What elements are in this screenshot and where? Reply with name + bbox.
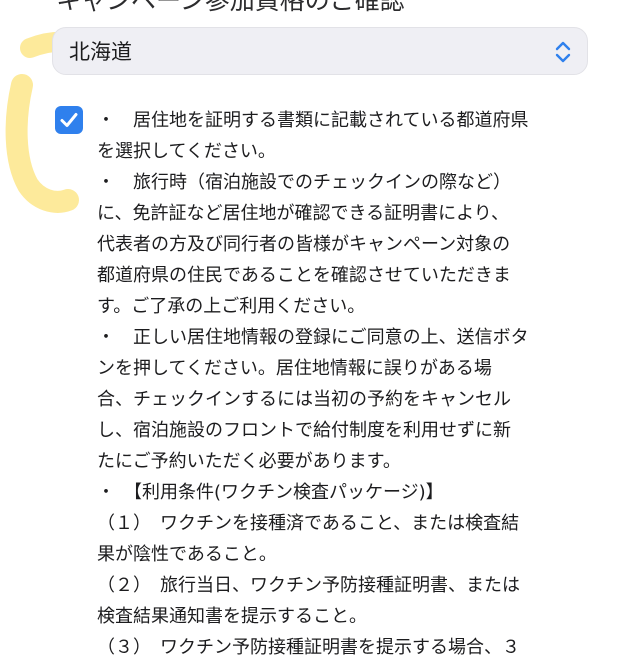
- consent-line: （１） ワクチンを接種済であること、または検査結: [97, 513, 520, 534]
- consent-line: 都道府県の住民であることを確認させていただきま: [97, 265, 511, 286]
- consent-line: ・ 旅行時（宿泊施設でのチェックインの際など）: [97, 172, 511, 193]
- consent-line: たにご予約いただく必要があります。: [97, 451, 401, 472]
- consent-line: 果が陰性であること。: [97, 544, 277, 565]
- prefecture-select-value: 北海道: [69, 40, 132, 64]
- consent-line: （２） 旅行当日、ワクチン予防接種証明書、または: [97, 575, 520, 596]
- page-title: キャンペーン参加資格のご確認: [56, 0, 405, 15]
- consent-line: （３） ワクチン予防接種証明書を提示する場合、３: [97, 637, 520, 658]
- consent-line: ・ 正しい居住地情報の登録にご同意の上、送信ボタ: [97, 327, 529, 348]
- consent-line: ・ 【利用条件(ワクチン検査パッケージ)】: [97, 482, 444, 503]
- consent-checkbox[interactable]: [55, 106, 83, 134]
- consent-line: ンを押してください。居住地情報に誤りがある場: [97, 358, 492, 379]
- consent-line: を選択してください。: [97, 141, 276, 162]
- consent-line: ・ 居住地を証明する書類に記載されている都道府県: [97, 110, 529, 131]
- consent-text: ・ 居住地を証明する書類に記載されている都道府県 を選択してください。 ・ 旅行…: [97, 105, 583, 663]
- consent-line: し、宿泊施設のフロントで給付制度を利用せずに新: [97, 420, 511, 441]
- up-down-chevron-icon: [555, 41, 571, 63]
- prefecture-select[interactable]: 北海道: [52, 27, 588, 75]
- checkmark-icon: [60, 113, 78, 127]
- consent-line: 代表者の方及び同行者の皆様がキャンペーン対象の: [97, 234, 511, 255]
- consent-line: す。ご了承の上ご利用ください。: [97, 296, 366, 317]
- consent-line: 合、チェックインするには当初の予約をキャンセル: [97, 389, 511, 410]
- consent-line: 検査結果通知書を提示すること。: [97, 606, 367, 627]
- consent-line: に、免許証など居住地が確認できる証明書により、: [97, 203, 510, 224]
